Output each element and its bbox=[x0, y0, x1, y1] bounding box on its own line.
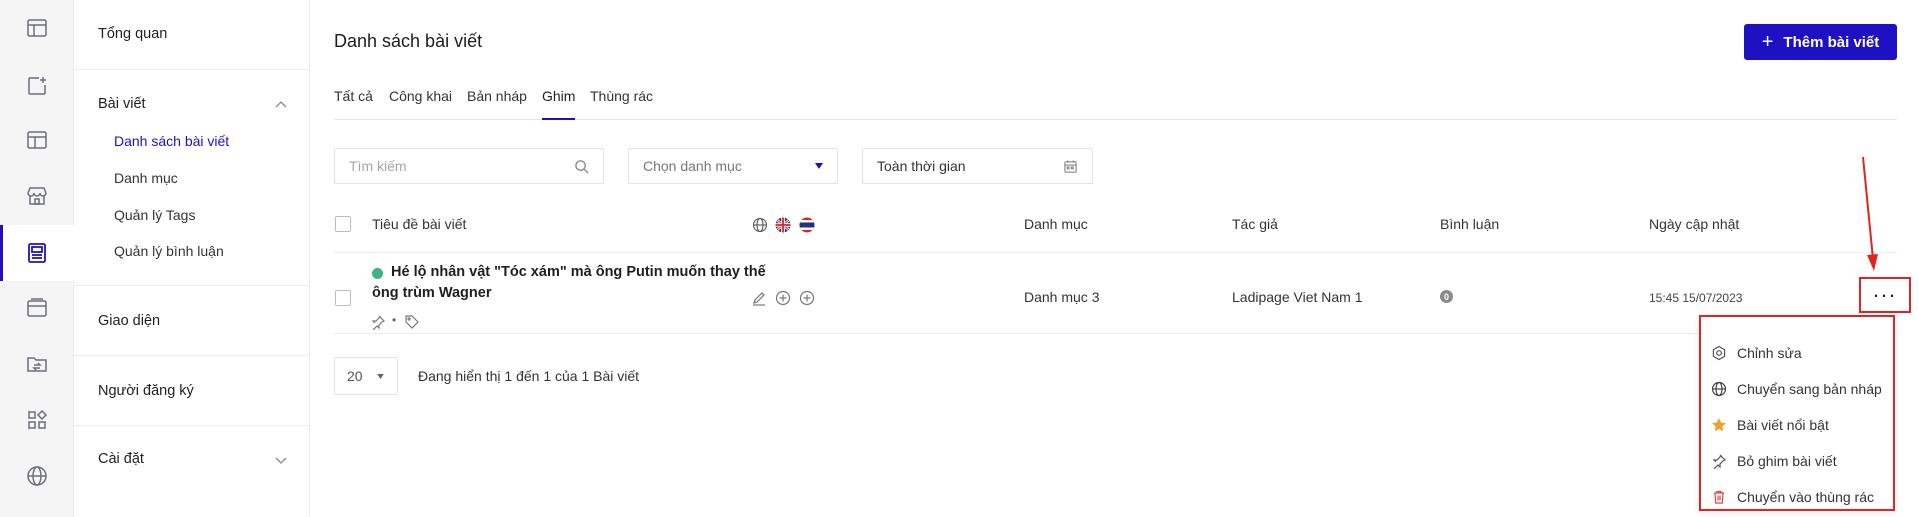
comment-count-badge: 0 bbox=[1440, 290, 1453, 303]
apps-grid-icon[interactable] bbox=[0, 392, 74, 448]
tag-icon[interactable] bbox=[404, 314, 420, 330]
nav-item-subscribers[interactable]: Người đăng ký bbox=[98, 383, 194, 399]
more-icon: ... bbox=[1872, 277, 1898, 302]
layout-table-icon[interactable] bbox=[0, 0, 74, 56]
gear-icon bbox=[1712, 345, 1726, 361]
menu-item-edit-label: Chỉnh sửa bbox=[1737, 345, 1802, 361]
menu-item-featured-label: Bài viết nổi bật bbox=[1737, 417, 1829, 433]
table-row: Hé lộ nhân vật "Tóc xám" mà ông Putin mu… bbox=[0, 253, 1919, 333]
meta-separator: • bbox=[392, 313, 397, 327]
table-divider bbox=[334, 333, 1897, 334]
col-category: Danh mục bbox=[1024, 216, 1088, 232]
menu-item-move-to-trash[interactable]: Chuyển vào thùng rác bbox=[1711, 483, 1887, 511]
pin-icon bbox=[1712, 454, 1727, 469]
annotation-arrow bbox=[1862, 156, 1878, 271]
tab-trash[interactable]: Thùng rác bbox=[590, 88, 653, 120]
tab-public[interactable]: Công khai bbox=[389, 88, 452, 120]
caret-down-icon bbox=[376, 373, 384, 379]
add-post-label: Thêm bài viết bbox=[1783, 33, 1880, 51]
thai-flag-icon bbox=[799, 217, 815, 233]
globe-icon[interactable] bbox=[0, 448, 74, 504]
star-icon bbox=[1712, 418, 1726, 432]
plus-icon: + bbox=[1761, 31, 1774, 53]
caret-down-icon bbox=[815, 163, 823, 169]
uk-flag-icon bbox=[775, 217, 791, 233]
row-updated: 15:45 15/07/2023 bbox=[1649, 291, 1743, 305]
pagination-summary: Đang hiển thị 1 đến 1 của 1 Bài viết bbox=[418, 368, 640, 384]
search-placeholder: Tìm kiếm bbox=[349, 158, 407, 174]
search-icon[interactable] bbox=[574, 159, 589, 174]
col-comments: Bình luận bbox=[1440, 216, 1500, 232]
add-translation-icon[interactable] bbox=[799, 290, 815, 306]
select-all-checkbox[interactable] bbox=[335, 216, 351, 232]
chevron-down-icon[interactable] bbox=[274, 453, 288, 467]
add-page-icon[interactable] bbox=[0, 58, 74, 114]
page-size-select[interactable]: 20 bbox=[334, 357, 398, 395]
pin-icon[interactable] bbox=[370, 314, 386, 330]
row-category: Danh mục 3 bbox=[1024, 289, 1100, 305]
nav-item-settings[interactable]: Cài đặt bbox=[98, 451, 144, 467]
category-select-placeholder: Chọn danh mục bbox=[643, 158, 742, 174]
menu-item-move-to-trash-label: Chuyển vào thùng rác bbox=[1737, 489, 1874, 505]
row-actions-button[interactable]: ... bbox=[1859, 277, 1911, 313]
col-title: Tiêu đề bài viết bbox=[372, 216, 467, 232]
nav-item-post-list[interactable]: Danh sách bài viết bbox=[114, 133, 229, 149]
nav-item-posts[interactable]: Bài viết bbox=[98, 96, 146, 112]
calendar-icon[interactable] bbox=[1063, 159, 1078, 174]
post-title-line2[interactable]: ông trùm Wagner bbox=[372, 283, 491, 304]
date-range-value: Toàn thời gian bbox=[877, 158, 966, 174]
store-icon[interactable] bbox=[0, 168, 74, 224]
menu-item-edit[interactable]: Chỉnh sửa bbox=[1711, 339, 1887, 367]
template-icon[interactable] bbox=[0, 112, 74, 168]
status-tabs: Tất cả Công khai Bản nháp Ghim Thùng rác bbox=[334, 88, 1897, 120]
nav-item-tags[interactable]: Quản lý Tags bbox=[114, 207, 195, 223]
chevron-up-icon[interactable] bbox=[274, 98, 288, 112]
trash-icon bbox=[1714, 490, 1724, 504]
add-translation-icon[interactable] bbox=[775, 290, 791, 306]
page-title: Danh sách bài viết bbox=[334, 31, 483, 51]
row-author: Ladipage Viet Nam 1 bbox=[1232, 289, 1363, 305]
menu-item-unpin[interactable]: Bỏ ghim bài viết bbox=[1711, 447, 1887, 475]
status-dot bbox=[372, 268, 383, 279]
post-title-line1[interactable]: Hé lộ nhân vật "Tóc xám" mà ông Putin mu… bbox=[391, 262, 766, 283]
nav-item-overview[interactable]: Tổng quan bbox=[98, 26, 167, 42]
nav-item-categories[interactable]: Danh mục bbox=[114, 170, 178, 186]
add-post-button[interactable]: + Thêm bài viết bbox=[1744, 24, 1897, 60]
nav-section-subscribers: Người đăng ký bbox=[74, 356, 310, 426]
globe-icon bbox=[752, 217, 768, 233]
tab-draft[interactable]: Bản nháp bbox=[467, 88, 527, 120]
edit-icon[interactable] bbox=[751, 290, 767, 306]
col-author: Tác giả bbox=[1232, 216, 1278, 232]
nav-section-settings: Cài đặt bbox=[74, 426, 310, 496]
folder-sync-icon[interactable] bbox=[0, 336, 74, 392]
menu-item-unpin-label: Bỏ ghim bài viết bbox=[1737, 453, 1837, 469]
tab-all[interactable]: Tất cả bbox=[334, 88, 373, 120]
search-field[interactable]: Tìm kiếm bbox=[334, 148, 604, 184]
date-range-picker[interactable]: Toàn thời gian bbox=[862, 148, 1093, 184]
category-select[interactable]: Chọn danh mục bbox=[628, 148, 838, 184]
row-actions-menu: Chỉnh sửa Chuyển sang bản nháp Bài viết … bbox=[1699, 315, 1895, 511]
row-checkbox[interactable] bbox=[335, 290, 351, 306]
menu-item-move-to-draft-label: Chuyển sang bản nháp bbox=[1737, 381, 1882, 397]
menu-item-featured[interactable]: Bài viết nổi bật bbox=[1711, 411, 1887, 439]
page-size-value: 20 bbox=[347, 368, 363, 384]
col-updated: Ngày cập nhật bbox=[1649, 216, 1740, 232]
globe-icon bbox=[1711, 381, 1727, 397]
tab-pinned[interactable]: Ghim bbox=[542, 88, 576, 120]
menu-item-move-to-draft[interactable]: Chuyển sang bản nháp bbox=[1711, 375, 1887, 403]
nav-section-overview: Tổng quan bbox=[74, 0, 310, 70]
